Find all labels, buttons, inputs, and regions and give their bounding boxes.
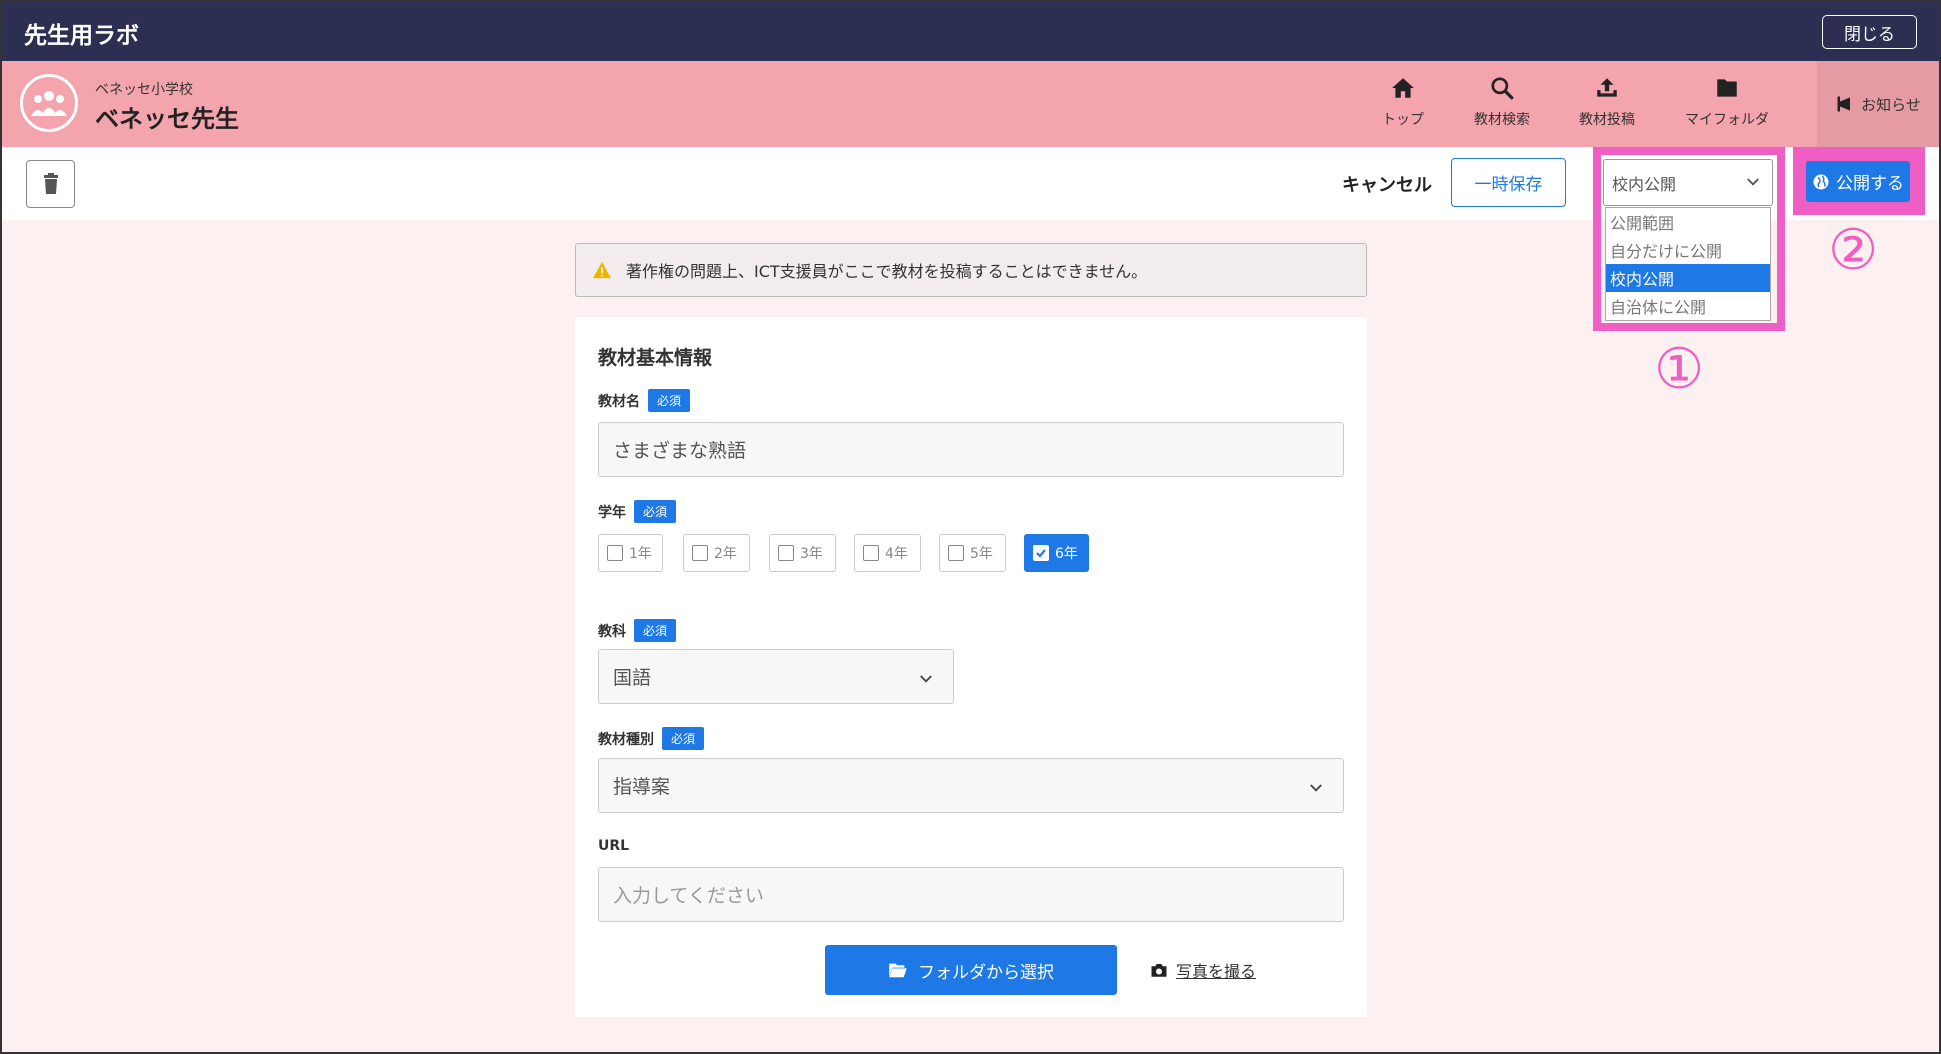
app-frame: 先生用ラボ 閉じる ベネッセ小学校 ベネッセ先生 トップ 教材検索 教材投稿 マ…: [0, 0, 1941, 1054]
grade-label-text: 学年: [598, 504, 626, 521]
grade-checkbox-5[interactable]: 5年: [939, 534, 1006, 572]
url-label-text: URL: [598, 838, 630, 854]
take-photo-link[interactable]: 写真を撮る: [1150, 958, 1256, 982]
grade-text: 4年: [885, 546, 908, 562]
checkbox-icon: [778, 545, 794, 561]
url-label: URL: [598, 838, 629, 854]
warning-icon: [593, 261, 611, 279]
visibility-option[interactable]: 自治体に公開: [1606, 292, 1770, 320]
material-form: 教材基本情報 教材名 必須 さまざまな熟語 学年 必須 1年 2年 3年 4年 …: [575, 317, 1367, 1017]
search-icon: [1491, 77, 1514, 100]
type-value: 指導案: [613, 776, 671, 798]
folder-button-label: フォルダから選択: [918, 962, 1054, 983]
cancel-button[interactable]: キャンセル: [1342, 171, 1432, 197]
grade-text: 6年: [1055, 546, 1078, 562]
delete-button[interactable]: [26, 160, 75, 208]
take-photo-label: 写真を撮る: [1176, 962, 1257, 981]
visibility-option[interactable]: 公開範囲: [1606, 208, 1770, 236]
url-input[interactable]: 入力してください: [598, 867, 1344, 922]
visibility-selected-value: 校内公開: [1612, 174, 1677, 194]
grade-checkbox-1[interactable]: 1年: [598, 534, 663, 572]
nav-top[interactable]: トップ: [1382, 75, 1424, 129]
required-badge: 必須: [634, 619, 677, 642]
type-label: 教材種別 必須: [598, 727, 705, 750]
camera-icon: [1151, 964, 1167, 977]
publish-label: 公開する: [1836, 174, 1904, 194]
checkbox-icon: [863, 545, 879, 561]
checkbox-icon: [607, 545, 623, 561]
app-title: 先生用ラボ: [24, 23, 139, 49]
folder-icon: [1717, 79, 1737, 97]
nav-search-label: 教材検索: [1474, 112, 1530, 128]
copyright-warning: 著作権の問題上、ICT支援員がここで教材を投稿することはできません。: [575, 243, 1367, 297]
site-header: ベネッセ小学校 ベネッセ先生 トップ 教材検索 教材投稿 マイフォルダ お知らせ: [2, 61, 1939, 147]
grade-label: 学年 必須: [598, 500, 677, 523]
type-label-text: 教材種別: [598, 731, 654, 748]
trash-icon: [43, 173, 58, 194]
nav-my-folder[interactable]: マイフォルダ: [1685, 75, 1769, 129]
notice-label: お知らせ: [1861, 95, 1921, 114]
chevron-down-icon: [1310, 784, 1322, 792]
section-title: 教材基本情報: [598, 347, 713, 369]
required-badge: 必須: [634, 500, 677, 523]
globe-icon: [1813, 174, 1829, 189]
name-label-text: 教材名: [598, 393, 640, 410]
subject-label-text: 教科: [598, 623, 626, 640]
grade-text: 1年: [629, 546, 652, 562]
subject-label: 教科 必須: [598, 619, 677, 642]
folder-open-icon: [889, 963, 907, 978]
visibility-select[interactable]: 校内公開: [1603, 159, 1773, 206]
subject-value: 国語: [613, 667, 652, 689]
name-label: 教材名 必須: [598, 389, 691, 412]
required-badge: 必須: [662, 727, 705, 750]
close-button[interactable]: 閉じる: [1822, 15, 1917, 49]
grade-checkbox-3[interactable]: 3年: [769, 534, 836, 572]
warning-text: 著作権の問題上、ICT支援員がここで教材を投稿することはできません。: [626, 262, 1148, 281]
checkbox-icon: [948, 545, 964, 561]
top-bar: 先生用ラボ 閉じる: [2, 2, 1939, 61]
nav-upload-label: 教材投稿: [1579, 112, 1635, 128]
grade-checkbox-2[interactable]: 2年: [683, 534, 750, 572]
marker-two: ②: [1828, 218, 1879, 283]
grade-text: 5年: [970, 546, 993, 562]
megaphone-icon: [1837, 96, 1851, 112]
publish-button[interactable]: 公開する: [1806, 161, 1910, 202]
select-from-folder-button[interactable]: フォルダから選択: [825, 945, 1117, 995]
notice-button[interactable]: お知らせ: [1817, 61, 1939, 147]
chevron-down-icon: [1747, 178, 1759, 186]
teacher-name: ベネッセ先生: [95, 105, 239, 133]
grade-checkbox-4[interactable]: 4年: [854, 534, 921, 572]
temp-save-button[interactable]: 一時保存: [1451, 158, 1566, 207]
nav-my-folder-label: マイフォルダ: [1685, 112, 1769, 128]
nav-top-label: トップ: [1382, 112, 1424, 128]
visibility-dropdown: 公開範囲 自分だけに公開 校内公開 自治体に公開: [1605, 207, 1771, 321]
grade-text: 3年: [800, 546, 823, 562]
upload-icon: [1597, 78, 1617, 97]
school-logo-icon: [20, 74, 78, 132]
chevron-down-icon: [920, 675, 932, 683]
marker-one: ①: [1654, 337, 1705, 402]
visibility-option[interactable]: 自分だけに公開: [1606, 236, 1770, 264]
subject-select[interactable]: 国語: [598, 649, 954, 704]
checkbox-icon: [692, 545, 708, 561]
grade-text: 2年: [714, 546, 737, 562]
visibility-option-selected[interactable]: 校内公開: [1606, 264, 1770, 292]
home-icon: [1392, 78, 1414, 98]
check-icon: [1033, 545, 1049, 561]
material-name-input[interactable]: さまざまな熟語: [598, 422, 1344, 477]
required-badge: 必須: [648, 389, 691, 412]
material-type-select[interactable]: 指導案: [598, 758, 1344, 813]
school-name: ベネッセ小学校: [95, 82, 193, 98]
nav-upload[interactable]: 教材投稿: [1579, 75, 1635, 129]
nav-search[interactable]: 教材検索: [1474, 75, 1530, 129]
edit-toolbar: キャンセル 一時保存 校内公開 公開範囲 自分だけに公開 校内公開 自治体に公開…: [2, 147, 1939, 331]
grade-checkbox-6[interactable]: 6年: [1024, 534, 1089, 572]
